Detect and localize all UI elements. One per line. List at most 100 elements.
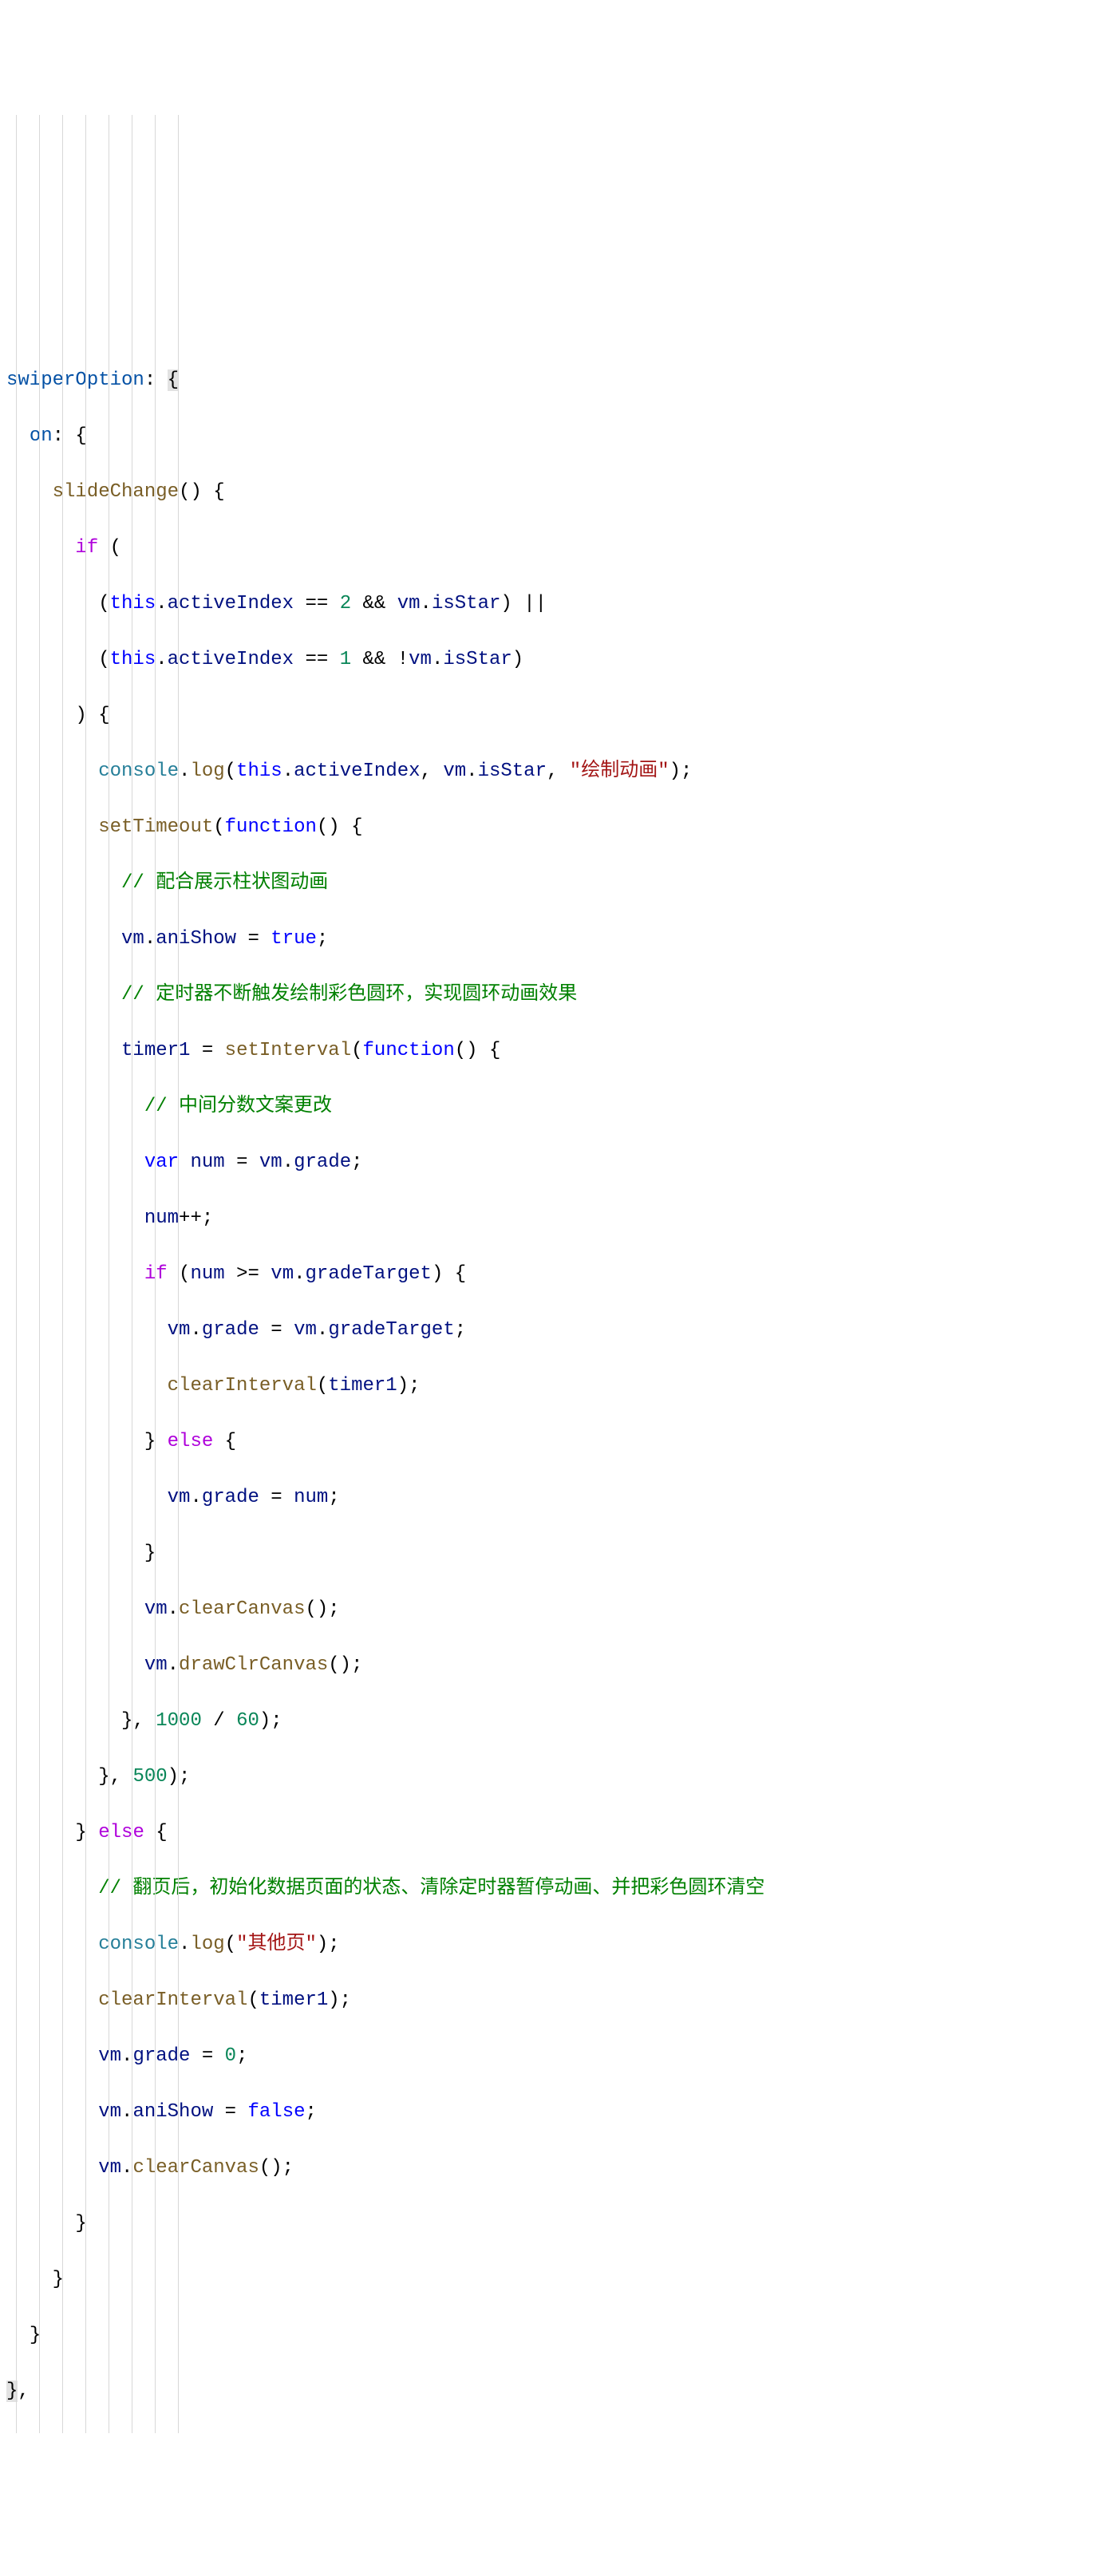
comment: // 翻页后，初始化数据页面的状态、清除定时器暂停动画、并把彩色圆环清空 [98, 1878, 764, 1899]
identifier-grade: grade [132, 2045, 190, 2067]
identifier-activeIndex: activeIndex [168, 593, 294, 614]
keyword-else: else [168, 1431, 214, 1452]
code-line[interactable]: console.log("其他页"); [6, 1930, 1092, 1958]
code-line[interactable]: }, 1000 / 60); [6, 1707, 1092, 1735]
code-line[interactable]: } [6, 2210, 1092, 2238]
code-line[interactable]: } [6, 2321, 1092, 2349]
object-console: console [98, 761, 179, 782]
code-line[interactable]: swiperOption: { [6, 366, 1092, 394]
code-line[interactable]: vm.grade = num; [6, 1484, 1092, 1511]
code-line[interactable]: clearInterval(timer1); [6, 1986, 1092, 2014]
identifier-vm: vm [144, 1598, 168, 1620]
code-line[interactable]: var num = vm.grade; [6, 1148, 1092, 1176]
keyword-else: else [98, 1822, 144, 1843]
operator-and: && [363, 649, 386, 670]
number-0: 0 [225, 2045, 236, 2067]
code-line[interactable]: }, 500); [6, 1763, 1092, 1791]
identifier-vm: vm [397, 593, 421, 614]
code-line[interactable]: // 配合展示柱状图动画 [6, 869, 1092, 897]
code-line[interactable]: vm.aniShow = true; [6, 925, 1092, 953]
number-1: 1 [340, 649, 351, 670]
code-line[interactable]: vm.clearCanvas(); [6, 1595, 1092, 1623]
keyword-this: this [110, 593, 156, 614]
identifier-vm: vm [121, 928, 144, 950]
identifier-vm: vm [294, 1319, 317, 1341]
code-line[interactable]: setTimeout(function() { [6, 813, 1092, 841]
identifier-vm: vm [98, 2157, 121, 2179]
method-slideChange: slideChange [53, 481, 179, 503]
property-on: on [30, 425, 53, 447]
function-setInterval: setInterval [225, 1040, 351, 1061]
code-line[interactable]: } else { [6, 1819, 1092, 1847]
code-line[interactable]: if (num >= vm.gradeTarget) { [6, 1260, 1092, 1288]
code-line[interactable]: timer1 = setInterval(function() { [6, 1037, 1092, 1065]
code-line[interactable]: // 定时器不断触发绘制彩色圆环，实现圆环动画效果 [6, 981, 1092, 1009]
code-line[interactable]: vm.grade = vm.gradeTarget; [6, 1316, 1092, 1344]
keyword-if: if [144, 1263, 168, 1285]
code-line[interactable]: num++; [6, 1204, 1092, 1232]
code-line[interactable]: } [6, 2266, 1092, 2294]
operator-increment: ++ [179, 1207, 202, 1229]
code-line[interactable]: ) { [6, 701, 1092, 729]
identifier-timer1: timer1 [259, 1989, 328, 2011]
code-line[interactable]: console.log(this.activeIndex, vm.isStar,… [6, 757, 1092, 785]
method-log: log [190, 761, 224, 782]
identifier-isStar: isStar [443, 649, 511, 670]
identifier-isStar: isStar [432, 593, 500, 614]
identifier-vm: vm [144, 1654, 168, 1676]
identifier-activeIndex: activeIndex [168, 649, 294, 670]
code-line[interactable]: vm.clearCanvas(); [6, 2154, 1092, 2182]
code-line[interactable]: (this.activeIndex == 2 && vm.isStar) || [6, 590, 1092, 618]
keyword-if: if [75, 537, 98, 559]
code-line[interactable]: vm.grade = 0; [6, 2042, 1092, 2070]
identifier-num: num [190, 1152, 224, 1173]
code-line[interactable]: } [6, 1539, 1092, 1567]
identifier-num: num [294, 1487, 328, 1508]
literal-true: true [271, 928, 317, 950]
brace-open-highlighted: { [168, 369, 179, 391]
code-editor[interactable]: swiperOption: { on: { slideChange() { if… [6, 115, 1092, 2433]
string-literal: "绘制动画" [570, 761, 669, 782]
code-line[interactable]: (this.activeIndex == 1 && !vm.isStar) [6, 646, 1092, 674]
identifier-gradeTarget: gradeTarget [328, 1319, 454, 1341]
code-line[interactable]: vm.drawClrCanvas(); [6, 1651, 1092, 1679]
method-drawClrCanvas: drawClrCanvas [179, 1654, 328, 1676]
identifier-vm: vm [409, 649, 432, 670]
operator-equals: == [305, 593, 328, 614]
function-clearInterval: clearInterval [168, 1375, 317, 1397]
code-line[interactable]: on: { [6, 422, 1092, 450]
identifier-vm: vm [168, 1487, 191, 1508]
code-line[interactable]: clearInterval(timer1); [6, 1372, 1092, 1400]
keyword-function: function [363, 1040, 455, 1061]
identifier-num: num [190, 1263, 224, 1285]
code-line[interactable]: vm.aniShow = false; [6, 2098, 1092, 2126]
function-setTimeout: setTimeout [98, 816, 213, 838]
identifier-timer1: timer1 [328, 1375, 397, 1397]
identifier-num: num [144, 1207, 179, 1229]
code-line[interactable]: // 翻页后，初始化数据页面的状态、清除定时器暂停动画、并把彩色圆环清空 [6, 1875, 1092, 1902]
code-line[interactable]: slideChange() { [6, 478, 1092, 506]
code-line[interactable]: if ( [6, 534, 1092, 562]
code-line[interactable]: // 中间分数文案更改 [6, 1092, 1092, 1120]
comment: // 中间分数文案更改 [144, 1096, 332, 1117]
number-1000: 1000 [156, 1710, 202, 1732]
operator-not: ! [397, 649, 409, 670]
code-line[interactable]: } else { [6, 1428, 1092, 1456]
comment: // 定时器不断触发绘制彩色圆环，实现圆环动画效果 [121, 984, 577, 1006]
identifier-grade: grade [202, 1487, 259, 1508]
literal-false: false [247, 2101, 305, 2123]
method-log: log [190, 1934, 224, 1955]
identifier-vm: vm [98, 2101, 121, 2123]
code-line[interactable]: }, [6, 2377, 1092, 2405]
identifier-grade: grade [202, 1319, 259, 1341]
comment: // 配合展示柱状图动画 [121, 872, 328, 894]
identifier-vm: vm [271, 1263, 294, 1285]
operator-divide: / [213, 1710, 224, 1732]
method-clearCanvas: clearCanvas [132, 2157, 259, 2179]
identifier-aniShow: aniShow [132, 2101, 213, 2123]
method-clearCanvas: clearCanvas [179, 1598, 305, 1620]
operator-equals: == [305, 649, 328, 670]
number-60: 60 [236, 1710, 259, 1732]
property-swiperOption: swiperOption [6, 369, 144, 391]
number-500: 500 [132, 1766, 167, 1788]
